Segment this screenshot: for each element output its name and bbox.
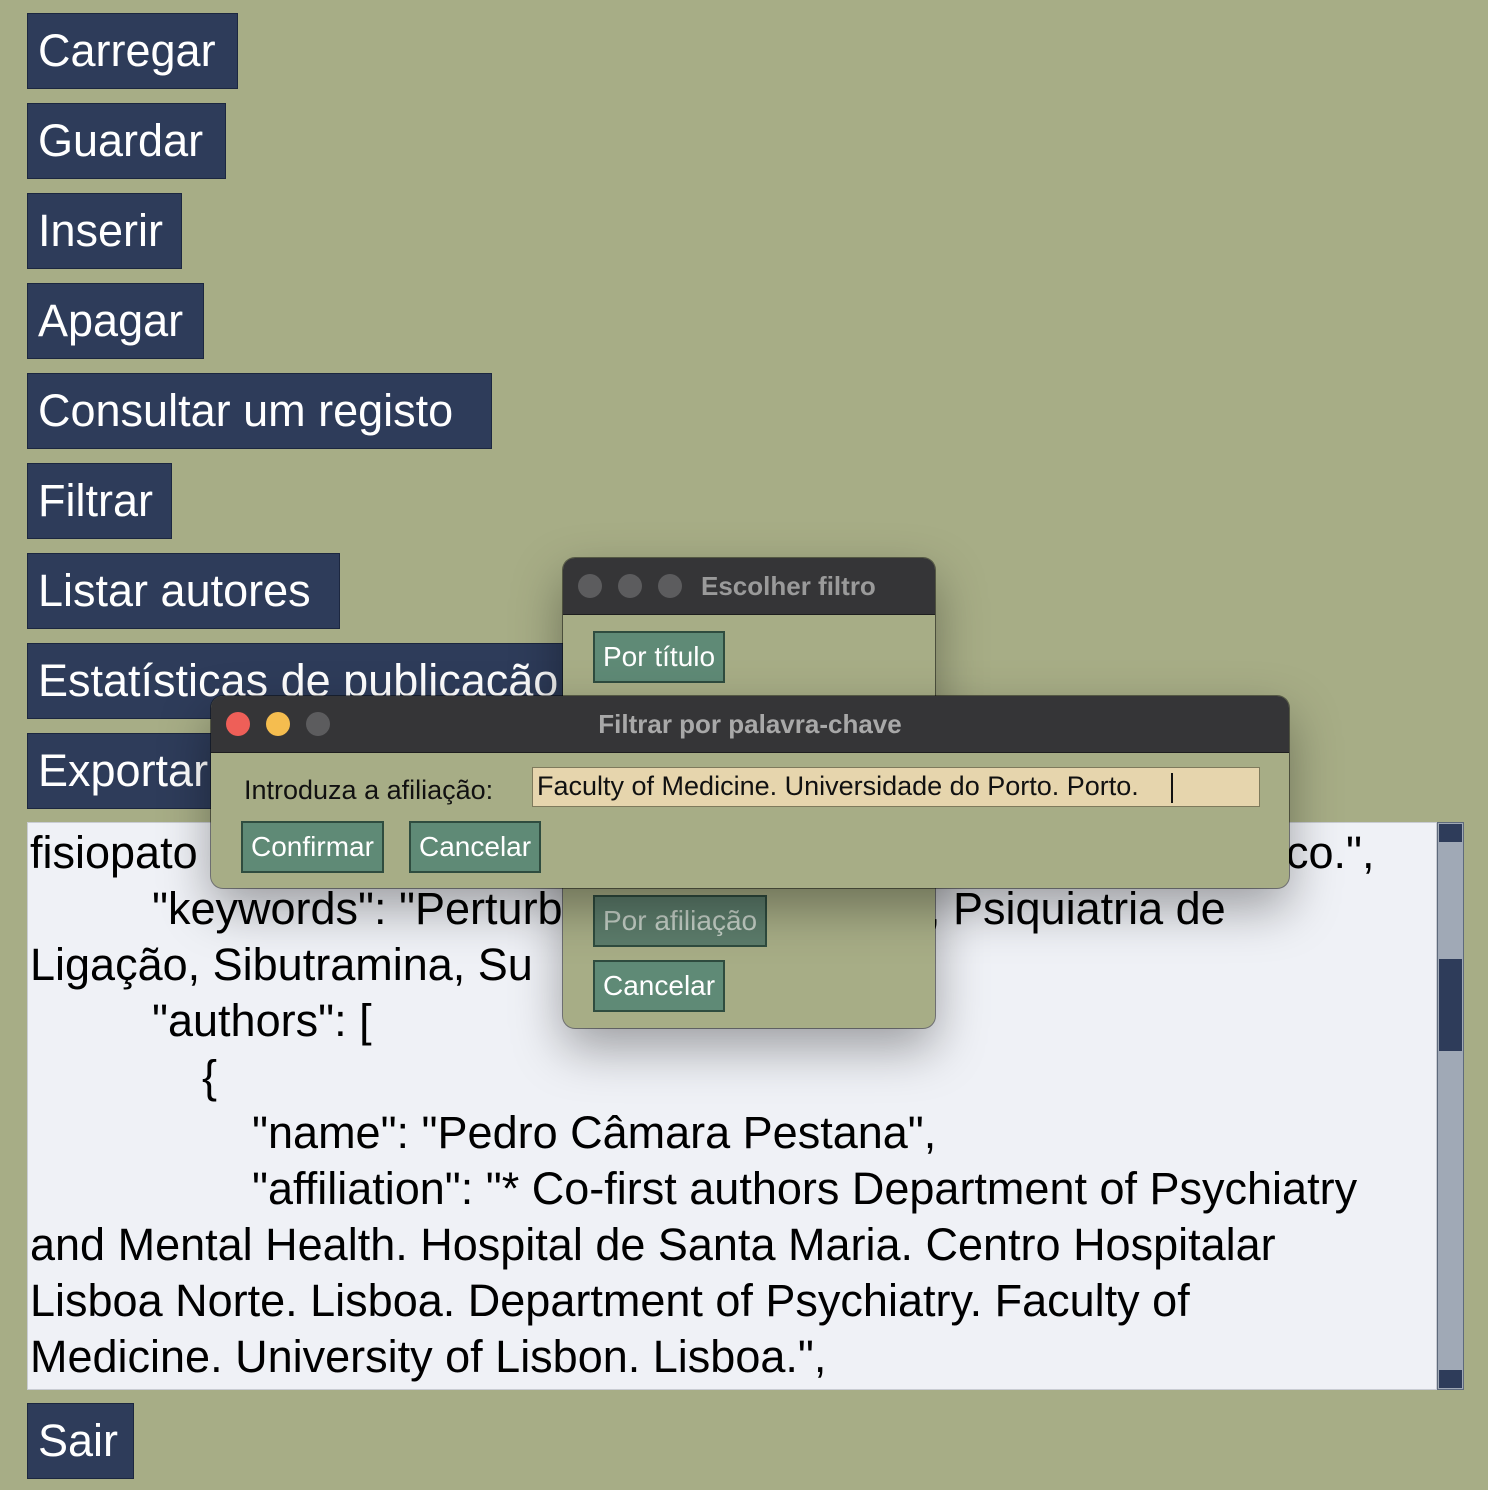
keyword-filter-titlebar[interactable]: Filtrar por palavra-chave [211, 696, 1289, 753]
confirm-button[interactable]: Confirmar [241, 821, 384, 873]
text-line: "affiliation": "* Co-first authors Depar… [52, 1163, 1358, 1214]
text-line: co.", [1286, 827, 1375, 878]
cancel-button[interactable]: Cancelar [593, 960, 726, 1012]
scroll-down-arrow[interactable] [1439, 1370, 1462, 1388]
zoom-icon[interactable] [658, 574, 682, 598]
insert-button[interactable]: Inserir [27, 193, 182, 269]
affiliation-label: Introduza a afiliação: [244, 775, 494, 805]
by-affiliation-button[interactable]: Por afiliação [593, 895, 768, 947]
exit-button[interactable]: Sair [27, 1403, 134, 1479]
scroll-up-arrow[interactable] [1439, 824, 1462, 842]
list-authors-button[interactable]: Listar autores [27, 553, 340, 629]
query-record-button[interactable]: Consultar um registo [27, 373, 492, 449]
minimize-icon[interactable] [618, 574, 642, 598]
text-cursor [1171, 773, 1173, 803]
text-line: "keywords": "Perturb [52, 883, 563, 934]
filter-button[interactable]: Filtrar [27, 463, 172, 539]
delete-button[interactable]: Apagar [27, 283, 204, 359]
export-button[interactable]: Exportar [27, 733, 237, 809]
affiliation-input[interactable]: Faculty of Medicine. Universidade do Por… [532, 767, 1260, 807]
dialog-title: Escolher filtro [701, 571, 876, 601]
dialog-title: Filtrar por palavra-chave [598, 709, 902, 739]
text-line: fisiopato [30, 827, 198, 878]
text-line: Medicine. University of Lisbon. Lisboa."… [30, 1331, 827, 1382]
by-title-button[interactable]: Por título [593, 631, 726, 683]
text-line: "authors": [ [52, 995, 372, 1046]
save-button[interactable]: Guardar [27, 103, 226, 179]
close-icon[interactable] [578, 574, 602, 598]
text-line: "name": "Pedro Câmara Pestana", [52, 1107, 937, 1158]
text-line: and Mental Health. Hospital de Santa Mar… [30, 1219, 1276, 1270]
text-scrollbar[interactable] [1437, 822, 1464, 1390]
load-button[interactable]: Carregar [27, 13, 238, 89]
keyword-filter-dialog: Filtrar por palavra-chave Introduza a af… [211, 696, 1289, 888]
cancel-button[interactable]: Cancelar [409, 821, 542, 873]
affiliation-input-value: Faculty of Medicine. Universidade do Por… [537, 771, 1139, 801]
choose-filter-titlebar[interactable]: Escolher filtro [563, 558, 935, 615]
scroll-thumb[interactable] [1439, 959, 1462, 1051]
text-line: , Psiquiatria de [928, 883, 1226, 934]
text-line: Lisboa Norte. Lisboa. Department of Psyc… [30, 1275, 1190, 1326]
text-line: Ligação, Sibutramina, Su [30, 939, 533, 990]
text-line: { [52, 1051, 218, 1102]
